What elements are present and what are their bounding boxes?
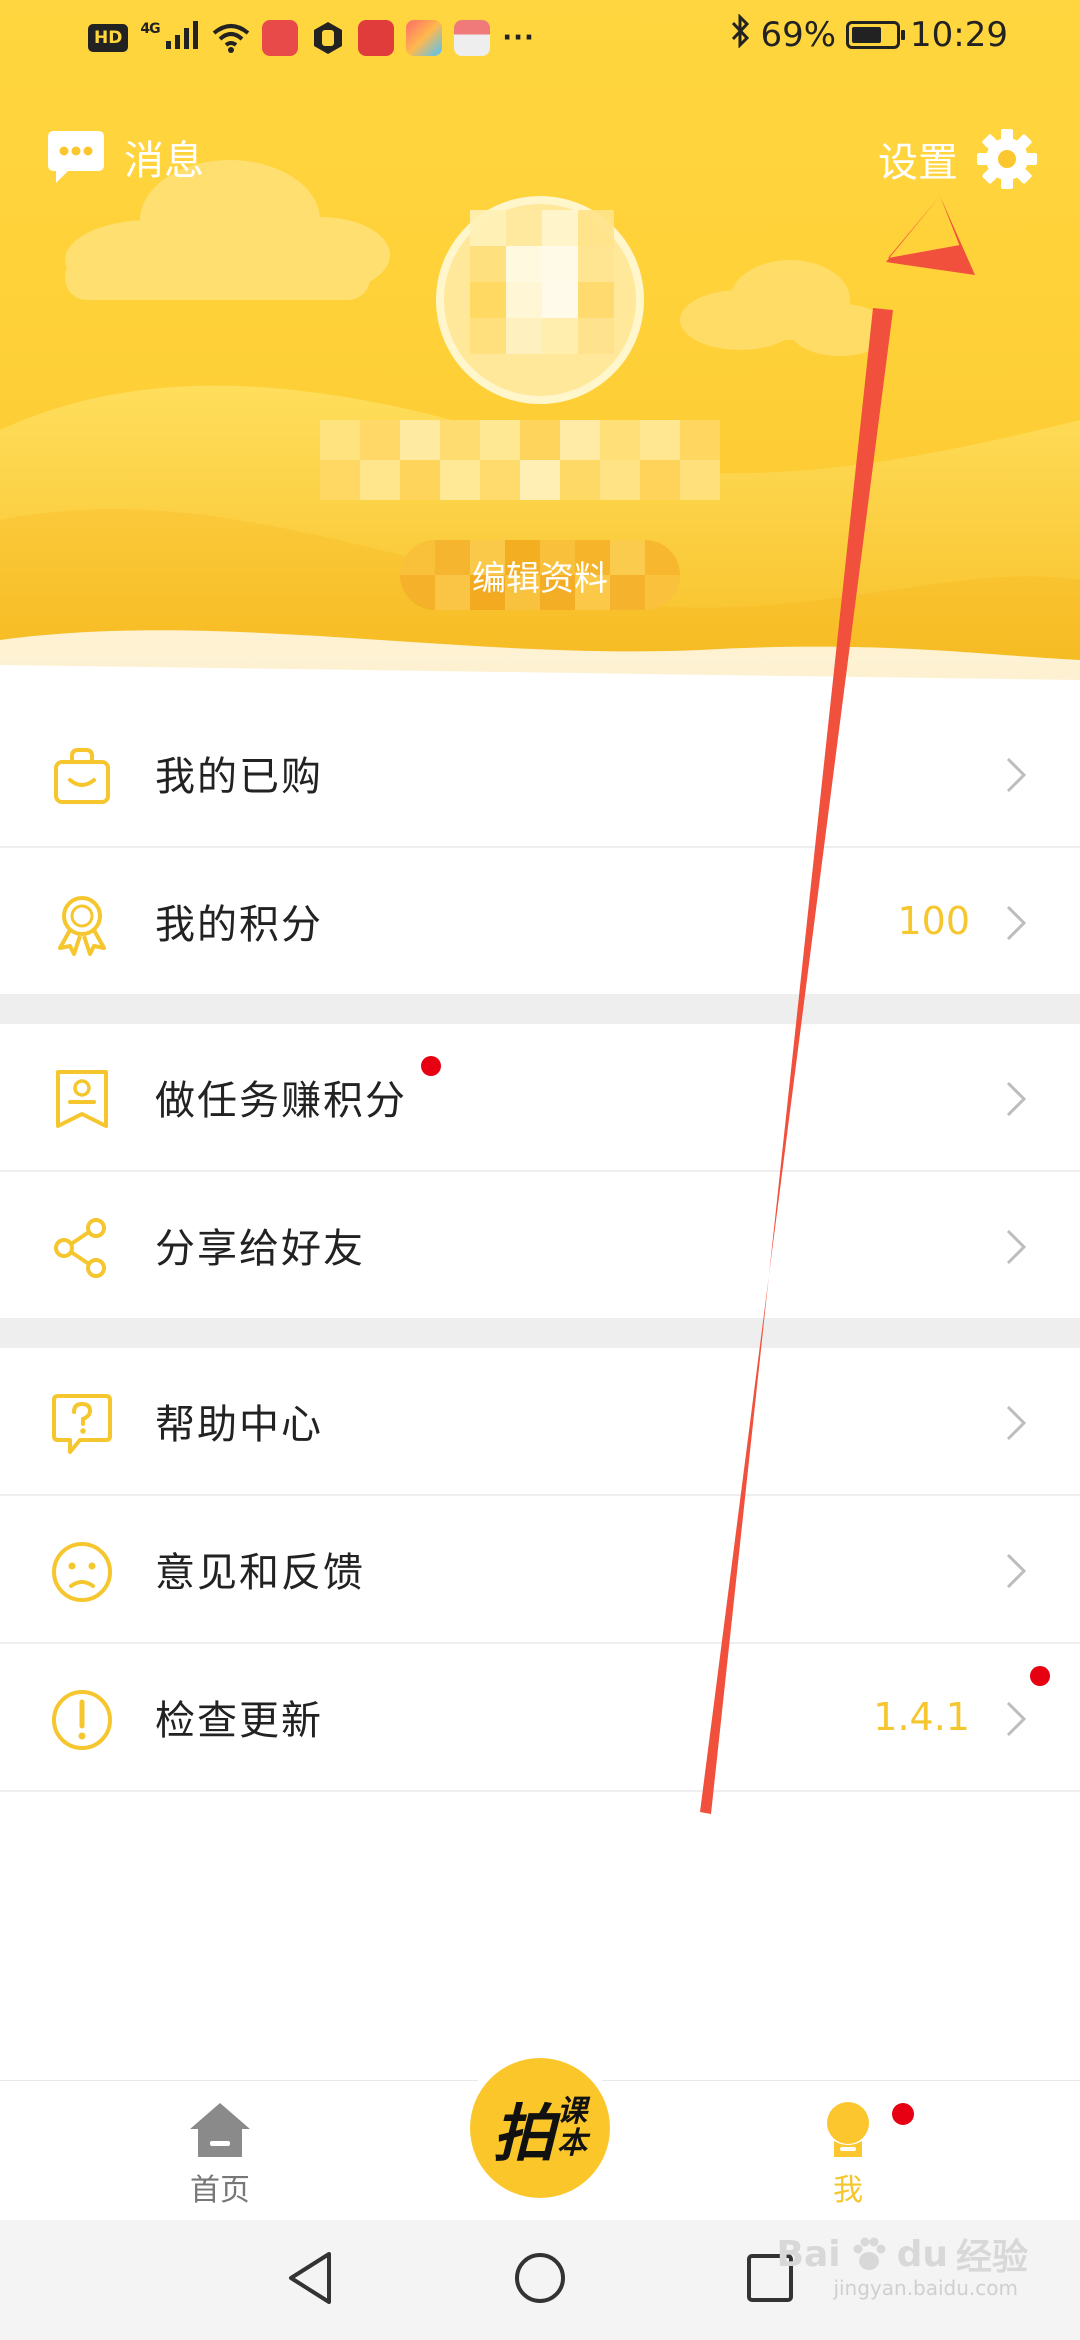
menu-item-check-update[interactable]: 检查更新 1.4.1 [0, 1644, 1080, 1792]
book-app-icon [358, 20, 395, 56]
battery-percent: 69% [760, 15, 837, 55]
menu-item-label: 帮助中心 [155, 1402, 323, 1448]
version-value: 1.4.1 [873, 1695, 970, 1739]
logo-top-char: 课 [557, 2094, 587, 2129]
menu-item-points[interactable]: 我的积分 100 [0, 848, 1080, 996]
menu-item-label: 分享给好友 [155, 1226, 365, 1272]
watermark-brand-2: du [896, 2233, 948, 2275]
tab-home[interactable]: 首页 [188, 2101, 252, 2209]
chevron-right-icon [1006, 757, 1027, 793]
update-badge-dot [1030, 1666, 1050, 1686]
settings-label: 设置 [878, 140, 958, 186]
message-bubble-icon [48, 131, 104, 183]
menu-item-share[interactable]: 分享给好友 [0, 1172, 1080, 1320]
back-triangle-icon[interactable] [285, 2250, 335, 2306]
section-divider [0, 996, 1080, 1024]
tab-home-label: 首页 [190, 2173, 250, 2208]
watermark-cn: 经验 [955, 2237, 1028, 2278]
shopping-bag-icon [54, 748, 110, 804]
network-type: 4G [140, 21, 160, 37]
watermark-brand: Bai [776, 2233, 841, 2275]
menu-item-label: 意见和反馈 [155, 1550, 365, 1596]
help-bubble-icon [52, 1394, 112, 1454]
clock: 10:29 [910, 15, 1008, 55]
profile-menu: 我的已购 我的积分 100 做任务赚积分 分享给好友 帮助中心 意见和反馈 检查… [0, 700, 1080, 1792]
new-badge-dot [421, 1056, 441, 1076]
color-app-icon [406, 20, 443, 56]
menu-item-label: 我的积分 [155, 902, 323, 948]
user-avatar[interactable] [430, 190, 650, 410]
more-notifications-icon: ··· [502, 23, 535, 53]
messages-button[interactable]: 消息 [46, 128, 204, 186]
chevron-right-icon [1006, 905, 1027, 941]
wifi-icon [212, 24, 250, 53]
messages-label: 消息 [124, 138, 204, 184]
menu-item-label: 我的已购 [155, 754, 323, 800]
chevron-right-icon [1006, 1405, 1027, 1441]
baidu-watermark: Bai du 经验 jingyan.baidu.com [776, 2228, 1029, 2301]
menu-item-label: 检查更新 [155, 1698, 323, 1744]
signal-icon: 4G [140, 21, 200, 55]
menu-item-feedback[interactable]: 意见和反馈 [0, 1496, 1080, 1644]
app-notification-icon [262, 20, 299, 56]
edit-profile-button[interactable]: 编辑资料 [400, 540, 680, 610]
menu-item-label: 做任务赚积分 [155, 1078, 407, 1124]
box-app-icon [454, 20, 491, 56]
gear-icon [977, 129, 1037, 189]
bookmark-icon [56, 1070, 108, 1128]
menu-item-help[interactable]: 帮助中心 [0, 1348, 1080, 1496]
chevron-right-icon [1006, 1701, 1027, 1737]
username-redacted [320, 420, 720, 500]
logo-main-char: 拍 [492, 2097, 555, 2170]
edit-profile-label: 编辑资料 [472, 558, 608, 599]
chevron-right-icon [1006, 1081, 1027, 1117]
logo-small-chars: 课 本 [557, 2096, 587, 2160]
sad-face-icon [52, 1542, 112, 1602]
home-circle-icon[interactable] [512, 2250, 568, 2306]
person-icon [827, 2102, 869, 2157]
me-badge-dot [892, 2103, 914, 2125]
tab-me[interactable]: 我 [822, 2101, 914, 2209]
bluetooth-icon [730, 13, 750, 56]
alert-circle-icon [52, 1690, 112, 1750]
menu-item-purchased[interactable]: 我的已购 [0, 700, 1080, 848]
profile-header: HD 4G ··· 69% 10:29 消息 设置 编辑资料 [0, 0, 1080, 700]
home-icon [190, 2103, 250, 2157]
hd-indicator: HD [88, 24, 129, 52]
chevron-right-icon [1006, 1229, 1027, 1265]
center-logo-button[interactable]: 拍 课 本 [462, 2050, 618, 2206]
app-logo: 拍 课 本 [470, 2058, 610, 2198]
medal-icon [58, 896, 106, 956]
points-value: 100 [897, 899, 970, 943]
watermark-url: jingyan.baidu.com [833, 2276, 1018, 2300]
section-divider [0, 1320, 1080, 1348]
hand-icon [314, 22, 343, 54]
paw-icon [853, 2237, 886, 2270]
share-icon [54, 1218, 106, 1278]
logo-bottom-char: 本 [557, 2126, 587, 2161]
menu-item-tasks[interactable]: 做任务赚积分 [0, 1024, 1080, 1172]
status-bar: HD 4G ··· 69% 10:29 [0, 0, 1080, 80]
battery-fill [852, 27, 882, 43]
tab-me-label: 我 [833, 2173, 863, 2208]
settings-button[interactable]: 设置 [878, 128, 1038, 190]
battery-icon [846, 21, 906, 49]
chevron-right-icon [1006, 1553, 1027, 1589]
